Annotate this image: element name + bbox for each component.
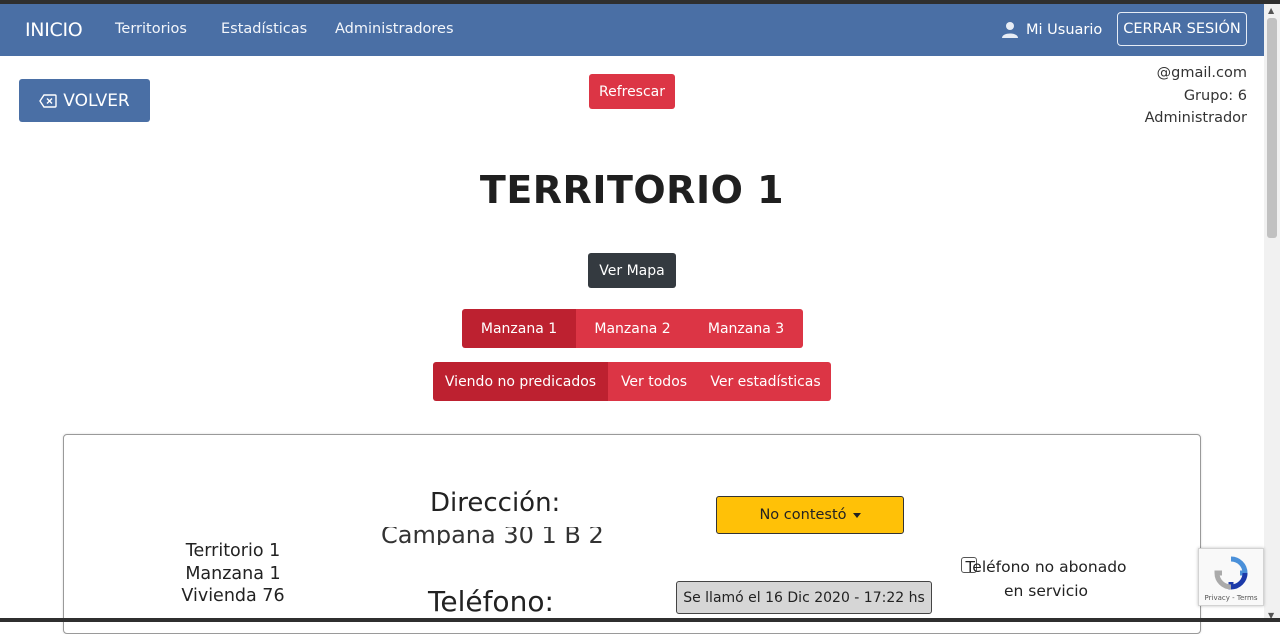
last-call-info: Se llamó el 16 Dic 2020 - 17:22 hs <box>676 581 932 614</box>
refresh-button[interactable]: Refrescar <box>589 74 675 109</box>
backspace-icon <box>39 93 57 108</box>
nav-link-territorios[interactable]: Territorios <box>115 21 187 37</box>
user-info: @gmail.com Grupo: 6 Administrador <box>1145 62 1247 130</box>
recaptcha-icon <box>1214 556 1248 590</box>
nav-link-administradores[interactable]: Administradores <box>335 21 454 37</box>
user-role: Administrador <box>1144 110 1247 126</box>
page-title: TERRITORIO 1 <box>479 168 785 212</box>
not-subscribed-label[interactable]: Teléfono no abonado en servicio <box>958 555 1134 603</box>
manzana-3-button[interactable]: Manzana 3 <box>689 309 803 348</box>
scroll-up-icon[interactable]: ▲ <box>1268 6 1274 15</box>
location-dwelling: Vivienda 76 <box>181 586 285 606</box>
filter-not-preached-button[interactable]: Viendo no predicados <box>433 362 608 401</box>
user-email: @gmail.com <box>1156 65 1247 81</box>
user-label: Mi Usuario <box>1026 21 1103 38</box>
recaptcha-badge[interactable]: Privacy - Terms <box>1198 548 1264 606</box>
window-bottom-edge <box>0 618 1280 622</box>
address-value: Campana 30 1 B 2 <box>381 527 604 545</box>
user-group: Grupo: 6 <box>1183 87 1247 104</box>
user-menu[interactable]: Mi Usuario <box>1002 21 1102 38</box>
manzana-1-button[interactable]: Manzana 1 <box>462 309 576 348</box>
caret-down-icon <box>852 512 861 518</box>
household-card: Territorio 1 Manzana 1 Vivienda 76 Direc… <box>63 434 1201 634</box>
address-label: Dirección: <box>430 488 561 518</box>
manzana-2-button[interactable]: Manzana 2 <box>576 309 689 348</box>
recaptcha-links[interactable]: Privacy - Terms <box>1199 594 1263 602</box>
filter-selector: Viendo no predicados Ver todos Ver estad… <box>433 362 831 401</box>
location-block: Manzana 1 <box>185 563 281 584</box>
household-location: Territorio 1 Manzana 1 Vivienda 76 <box>180 540 286 608</box>
phone-label: Teléfono: <box>428 585 554 618</box>
nav-brand-inicio[interactable]: INICIO <box>25 19 83 41</box>
status-dropdown[interactable]: No contestó <box>716 496 904 534</box>
status-dropdown-value: No contestó <box>759 507 847 523</box>
logout-button[interactable]: CERRAR SESIÓN <box>1117 12 1247 46</box>
location-territory: Territorio 1 <box>185 541 281 561</box>
filter-all-button[interactable]: Ver todos <box>608 362 700 401</box>
filter-stats-button[interactable]: Ver estadísticas <box>700 362 831 401</box>
back-button-label: VOLVER <box>63 90 130 111</box>
scrollbar[interactable]: ▲ ▼ <box>1264 4 1280 622</box>
user-icon <box>1002 22 1018 38</box>
scroll-thumb[interactable] <box>1267 18 1277 238</box>
manzana-selector: Manzana 1 Manzana 2 Manzana 3 <box>462 309 803 348</box>
nav-link-estadisticas[interactable]: Estadísticas <box>221 21 307 37</box>
navbar: INICIO Territorios Estadísticas Administ… <box>0 4 1264 56</box>
view-map-button[interactable]: Ver Mapa <box>588 253 676 288</box>
back-button[interactable]: VOLVER <box>19 79 150 122</box>
